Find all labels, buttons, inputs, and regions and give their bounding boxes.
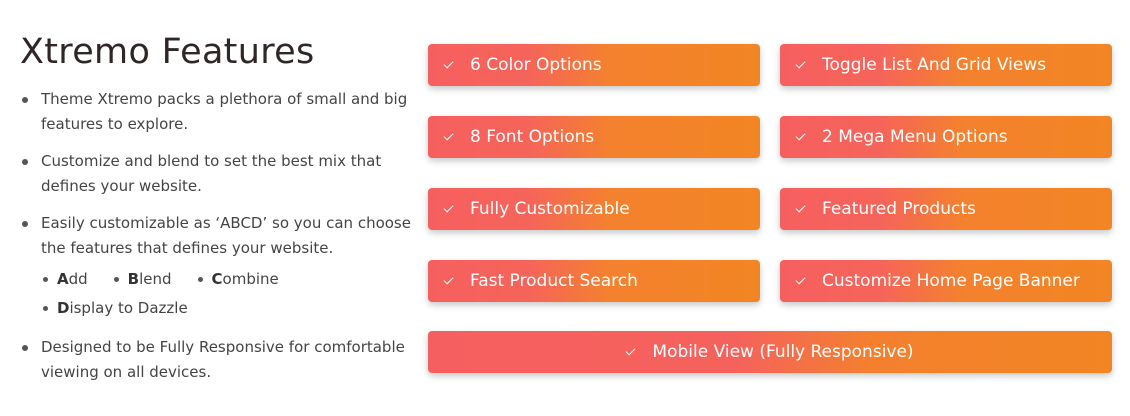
abcd-sublist: Add Blend Combine Display to Dazzle: [41, 265, 341, 323]
check-icon: [625, 345, 636, 356]
feature-color-options[interactable]: 6 Color Options: [428, 44, 760, 86]
check-icon: [443, 274, 454, 285]
abcd-rest: dd: [68, 270, 88, 288]
feature-label: 8 Font Options: [470, 127, 595, 147]
abcd-item-combine: Combine: [196, 265, 279, 294]
abcd-initial: C: [211, 270, 223, 288]
feature-label: Customize Home Page Banner: [822, 271, 1080, 291]
feature-buttons-grid: 6 Color Options Toggle List And Grid Vie…: [428, 44, 1112, 373]
check-icon: [795, 202, 806, 213]
features-section: Xtremo Features Theme Xtremo packs a ple…: [0, 0, 1130, 416]
bullet-item: Designed to be Fully Responsive for comf…: [20, 335, 420, 385]
feature-font-options[interactable]: 8 Font Options: [428, 116, 760, 158]
abcd-rest: isplay to Dazzle: [69, 299, 188, 317]
check-icon: [795, 274, 806, 285]
feature-label: Fast Product Search: [470, 271, 638, 291]
feature-label: Fully Customizable: [470, 199, 630, 219]
abcd-rest: lend: [139, 270, 172, 288]
bullet-item: Theme Xtremo packs a plethora of small a…: [20, 87, 420, 137]
feature-label: Featured Products: [822, 199, 976, 219]
abcd-initial: A: [57, 270, 69, 288]
bullet-text: Customize and blend to set the best mix …: [41, 152, 382, 195]
section-title: Xtremo Features: [20, 32, 315, 72]
check-icon: [443, 58, 454, 69]
check-icon: [443, 202, 454, 213]
feature-toggle-views[interactable]: Toggle List And Grid Views: [780, 44, 1112, 86]
features-description: Xtremo Features Theme Xtremo packs a ple…: [20, 30, 420, 385]
abcd-item-display: Display to Dazzle: [41, 294, 188, 323]
feature-home-banner[interactable]: Customize Home Page Banner: [780, 260, 1112, 302]
feature-label: Toggle List And Grid Views: [822, 55, 1047, 75]
feature-mobile-view[interactable]: Mobile View (Fully Responsive): [428, 331, 1112, 373]
check-icon: [795, 130, 806, 141]
check-icon: [795, 58, 806, 69]
abcd-initial: B: [127, 270, 140, 288]
check-icon: [443, 130, 454, 141]
bullet-text: Designed to be Fully Responsive for comf…: [41, 338, 405, 381]
feature-fully-customizable[interactable]: Fully Customizable: [428, 188, 760, 230]
abcd-item-blend: Blend: [112, 265, 172, 294]
features-bullet-list: Theme Xtremo packs a plethora of small a…: [20, 87, 420, 385]
abcd-rest: ombine: [222, 270, 279, 288]
abcd-initial: D: [57, 299, 70, 317]
feature-label: 6 Color Options: [470, 55, 602, 75]
feature-fast-search[interactable]: Fast Product Search: [428, 260, 760, 302]
bullet-item: Customize and blend to set the best mix …: [20, 149, 420, 199]
bullet-item: Easily customizable as ‘ABCD’ so you can…: [20, 211, 420, 323]
feature-label: Mobile View (Fully Responsive): [652, 342, 914, 362]
feature-label: 2 Mega Menu Options: [822, 127, 1008, 147]
abcd-item-add: Add: [41, 265, 88, 294]
bullet-text: Easily customizable as ‘ABCD’ so you can…: [41, 214, 411, 257]
feature-mega-menu[interactable]: 2 Mega Menu Options: [780, 116, 1112, 158]
bullet-text: Theme Xtremo packs a plethora of small a…: [41, 90, 408, 133]
feature-featured-products[interactable]: Featured Products: [780, 188, 1112, 230]
